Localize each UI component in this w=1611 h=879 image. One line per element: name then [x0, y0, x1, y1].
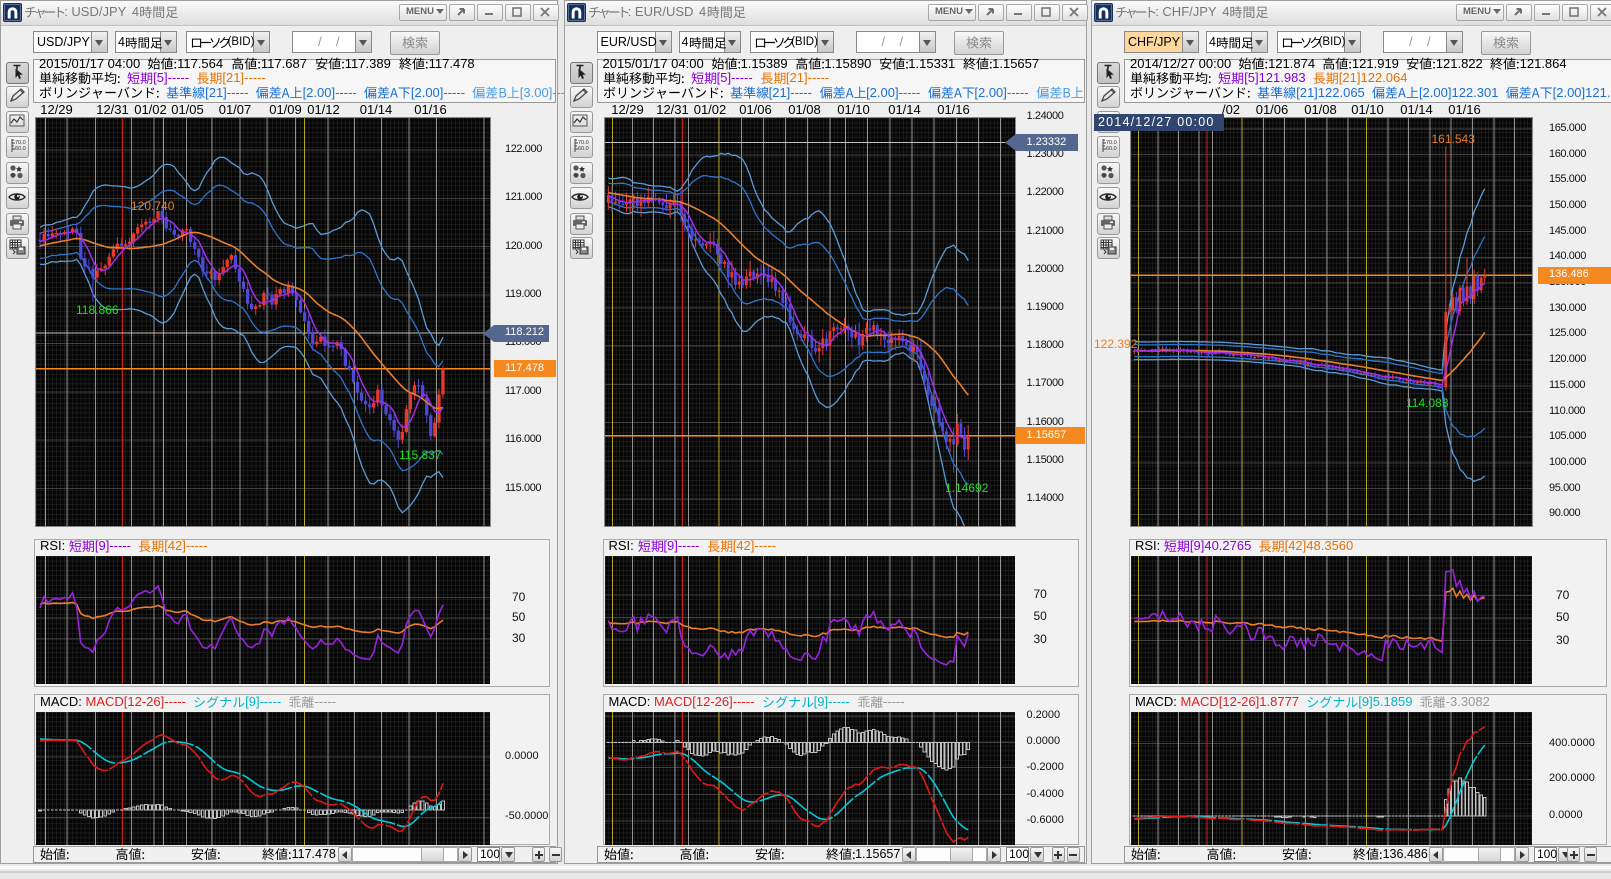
svg-text:60.0: 60.0 [15, 146, 26, 152]
svg-text:60.0: 60.0 [578, 146, 589, 152]
svg-text:60.0: 60.0 [1106, 146, 1117, 152]
